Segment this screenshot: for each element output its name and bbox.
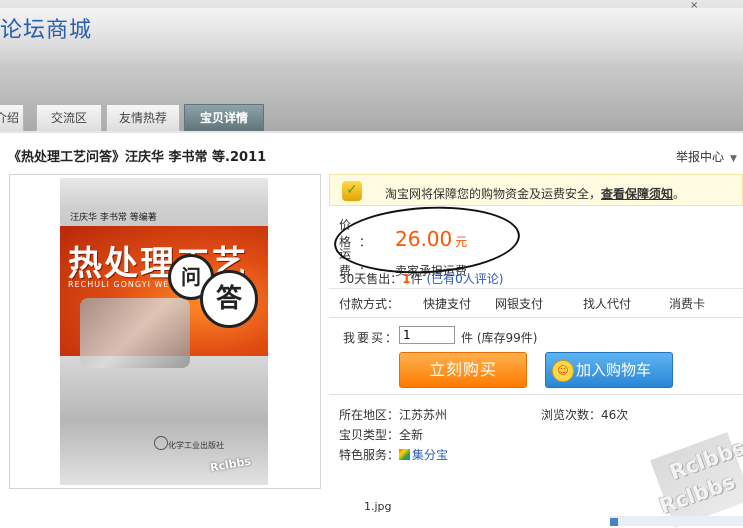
hand-drawn-circle-annotation (332, 202, 522, 278)
tab-intro[interactable]: 介绍 (0, 104, 24, 131)
image-caption: 1.jpg (364, 500, 392, 513)
purchase-box: 我要买： 件 (库存99件) 立刻购买 ☺ 加入购物车 (329, 317, 743, 395)
payment-gift-card[interactable]: 消费卡 (669, 295, 705, 312)
guarantee-banner: 淘宝网将保障您的购物资金及运费安全，查看保障须知。 (329, 174, 743, 206)
cover-publisher: 化学工业出版社 (168, 441, 224, 450)
divider (0, 131, 743, 133)
shield-check-icon (342, 181, 362, 201)
location-label: 所在地区： (339, 408, 400, 422)
status-icon (610, 518, 618, 526)
tab-item-details[interactable]: 宝贝详情 (184, 104, 264, 131)
divider (329, 288, 743, 289)
item-type-value: 全新 (399, 428, 424, 442)
location-row: 所在地区：江苏苏州 (339, 406, 447, 423)
guarantee-end: 。 (673, 187, 686, 201)
sales-count: 1 (402, 272, 411, 286)
views-value: 46次 (601, 408, 629, 422)
chevron-down-icon: ▼ (730, 154, 737, 164)
quantity-label: 我要买： (343, 331, 400, 345)
payment-online-bank[interactable]: 网银支付 (495, 295, 543, 312)
product-title: 《热处理工艺问答》汪庆华 李书常 等.2011 (8, 150, 267, 165)
guarantee-text: 淘宝网将保障您的购物资金及运费安全，查看保障须知。 (385, 185, 685, 202)
quantity-input[interactable] (399, 326, 455, 344)
payment-proxy[interactable]: 找人代付 (583, 295, 631, 312)
jifenbao-icon (399, 449, 411, 460)
buy-now-button[interactable]: 立刻购买 (399, 352, 527, 388)
sales-row: 30天售出：1件 (已有0人评论) (339, 270, 503, 287)
add-to-cart-label: 加入购物车 (576, 361, 652, 379)
service-row: 特色服务： 集分宝 (339, 446, 448, 463)
views-label: 浏览次数： (541, 408, 602, 422)
book-cover-image: 汪庆华 李书常 等编著 热处理工艺 RECHULI GONGYI WENDA 问… (60, 178, 268, 485)
payment-label: 付款方式： (339, 297, 400, 311)
report-label: 举报中心 (676, 150, 725, 164)
site-header: 论坛商城 介绍 交流区 友情热荐 宝贝详情 (0, 0, 743, 132)
cover-bubble-da: 答 (200, 270, 258, 328)
report-center-link[interactable]: 举报中心 ▼ (676, 148, 737, 165)
views-row: 浏览次数：46次 (541, 406, 628, 423)
header-sheen (0, 8, 743, 68)
cover-gear-graphic (80, 298, 190, 368)
cart-icon: ☺ (552, 360, 574, 382)
tab-discussion[interactable]: 交流区 (36, 104, 102, 131)
item-type-label: 宝贝类型： (339, 428, 400, 442)
sales-unit: 件 (410, 272, 423, 286)
site-title[interactable]: 论坛商城 (0, 12, 92, 44)
guarantee-notice-link[interactable]: 查看保障须知 (601, 187, 673, 201)
item-type-row: 宝贝类型：全新 (339, 426, 423, 443)
stock-text: 件 (库存99件) (461, 331, 538, 345)
comments-link[interactable]: (已有0人评论) (426, 272, 503, 286)
product-image-frame[interactable]: 汪庆华 李书常 等编著 热处理工艺 RECHULI GONGYI WENDA 问… (9, 174, 321, 489)
status-bar (610, 516, 743, 526)
add-to-cart-button[interactable]: ☺ 加入购物车 (545, 352, 673, 388)
payment-express[interactable]: 快捷支付 (423, 295, 471, 312)
close-icon[interactable]: × (690, 0, 698, 11)
cover-authors: 汪庆华 李书常 等编著 (70, 213, 157, 223)
location-value: 江苏苏州 (399, 408, 448, 422)
service-link[interactable]: 集分宝 (412, 448, 448, 462)
tab-recommend[interactable]: 友情热荐 (106, 104, 180, 131)
service-label: 特色服务： (339, 448, 400, 462)
publisher-logo-icon (154, 436, 168, 450)
guarantee-message: 淘宝网将保障您的购物资金及运费安全， (385, 187, 602, 201)
sales-prefix: 30天售出： (339, 272, 403, 286)
